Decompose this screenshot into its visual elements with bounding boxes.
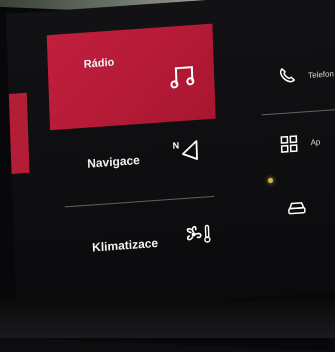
phone-icon xyxy=(278,66,297,85)
navigation-arrow-icon: N xyxy=(172,137,201,165)
menu-item-apps-label: Ap xyxy=(310,137,321,148)
menu-item-phone[interactable]: Telefon xyxy=(267,50,335,106)
menu-item-radio[interactable]: Rádio xyxy=(46,23,216,131)
side-accent-tab[interactable] xyxy=(8,92,30,174)
reflection-glint xyxy=(268,178,273,183)
menu-item-phone-label: Telefon xyxy=(307,69,335,81)
menu-item-apps[interactable]: Ap xyxy=(270,125,335,171)
menu-item-radio-label: Rádio xyxy=(83,56,115,71)
menu-item-navigation[interactable]: Navigace N xyxy=(50,122,218,204)
music-note-icon xyxy=(170,63,197,89)
fan-temperature-icon xyxy=(183,222,214,246)
menu-item-climate-label: Klimatizace xyxy=(91,235,159,255)
svg-text:N: N xyxy=(172,140,179,150)
infotainment-screen: Rádio Navigace N Klimatizace Telefon Ap xyxy=(6,0,335,314)
menu-item-navigation-label: Navigace xyxy=(86,153,141,171)
dashboard-trim xyxy=(0,300,335,338)
menu-item-climate[interactable]: Klimatizace xyxy=(53,200,221,282)
apps-grid-icon xyxy=(280,135,299,154)
menu-item-vehicle[interactable] xyxy=(272,190,335,236)
right-column-divider xyxy=(261,107,335,116)
car-icon xyxy=(287,199,308,216)
